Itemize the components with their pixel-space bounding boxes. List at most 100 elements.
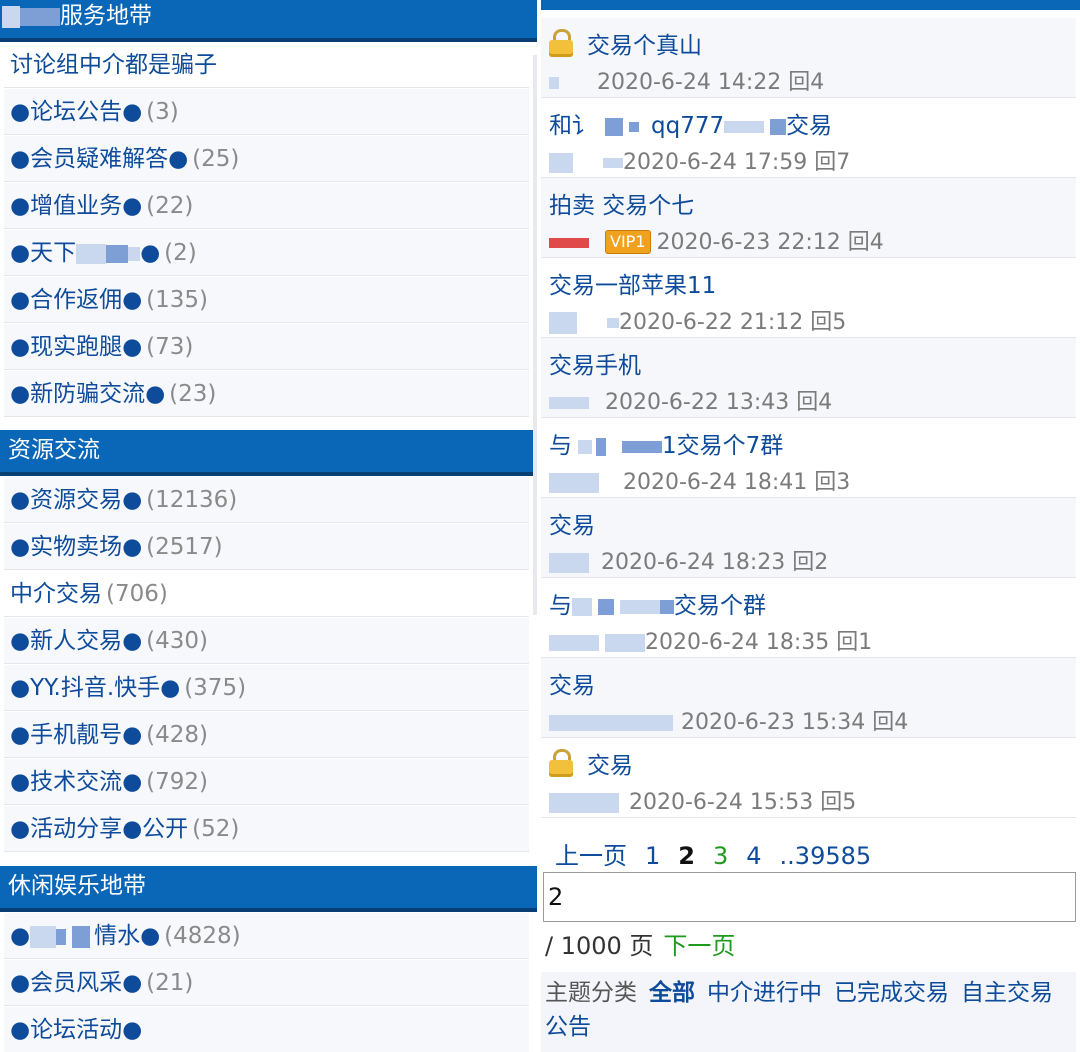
obscured-text [620, 599, 660, 614]
forum-item[interactable]: ●会员风采● (21) [4, 960, 529, 1006]
forum-label: ●会员疑难解答● [10, 146, 189, 172]
category-announcement[interactable]: 公告 [545, 1014, 591, 1040]
thread-title-text: qq777 [651, 113, 725, 139]
thread-title-text: 交易一部苹果11 [549, 273, 717, 299]
thread-title-text: 交易 [549, 513, 595, 539]
forum-item[interactable]: ●资源交易● (12136) [4, 477, 529, 523]
thread-meta-text: 2020-6-24 17:59 回7 [623, 150, 851, 175]
forum-item[interactable]: ●新防骗交流● (23) [4, 371, 529, 417]
forum-item[interactable]: ●论坛公告● (3) [4, 89, 529, 135]
obscured-author [549, 312, 577, 334]
forum-count: (706) [106, 581, 168, 607]
obscured-text [76, 243, 107, 264]
thread-row[interactable]: 和讠 qq777 交易 2020-6-24 17:59 回7 [541, 98, 1076, 178]
section-header-resources[interactable]: 资源交流 [0, 430, 537, 476]
forum-label: ●论坛活动● [10, 1017, 143, 1043]
thread-row[interactable]: 交易个真山 2020-6-24 14:22 回4 [541, 18, 1076, 98]
obscured-author [549, 635, 599, 651]
thread-title[interactable]: 交易个真山 [549, 26, 702, 60]
pagination: 上一页 1 2 3 4 ..39585 [555, 836, 889, 871]
category-all[interactable]: 全部 [649, 980, 695, 1006]
thread-row[interactable]: 拍卖 交易个七 VIP1 2020-6-23 22:12 回4 [541, 178, 1076, 258]
thread-meta: 2020-6-22 21:12 回5 [549, 304, 846, 336]
forum-item[interactable]: ●实物卖场● (2517) [4, 524, 529, 570]
thread-row[interactable]: 交易 2020-6-24 18:23 回2 [541, 498, 1076, 578]
section-header-service[interactable]: 服务地带 [0, 0, 537, 42]
forum-item[interactable]: 中介交易 (706) [4, 571, 529, 617]
next-page-link[interactable]: 下一页 [663, 932, 735, 960]
forum-label: ●天下 [10, 240, 77, 266]
thread-title[interactable]: 拍卖 交易个七 [549, 186, 694, 220]
thread-list-panel: 交易个真山 2020-6-24 14:22 回4 和讠 qq777 交易 2020-… [541, 0, 1080, 1052]
page-number-input[interactable] [543, 872, 1076, 922]
page-link-3[interactable]: 3 [713, 842, 728, 870]
forum-item[interactable]: ●会员疑难解答● (25) [4, 136, 529, 182]
category-in-progress[interactable]: 中介进行中 [707, 980, 822, 1006]
forum-count: (2) [164, 240, 197, 266]
category-self-trade[interactable]: 自主交易 [961, 980, 1053, 1006]
thread-title[interactable]: 与 交易个群 [549, 586, 766, 620]
forum-item[interactable]: ●手机靓号● (428) [4, 712, 529, 758]
forum-label: ●技术交流● [10, 769, 143, 795]
thread-meta: 2020-6-24 17:59 回7 [549, 144, 850, 176]
thread-title[interactable]: 与 1交易个7群 [549, 426, 783, 460]
obscured-author [549, 793, 619, 813]
forum-item[interactable]: 讨论组中介都是骗子 [4, 42, 529, 88]
last-page-link[interactable]: ..39585 [780, 842, 872, 870]
thread-row[interactable]: 交易 2020-6-24 15:53 回5 [541, 738, 1076, 818]
forum-count: (12136) [146, 487, 238, 513]
thread-title[interactable]: 交易 [549, 746, 633, 780]
forum-item[interactable]: ●技术交流● (792) [4, 759, 529, 805]
thread-title[interactable]: 交易 [549, 666, 595, 700]
forum-item[interactable]: ●现实跑腿● (73) [4, 324, 529, 370]
thread-meta-text: 2020-6-24 15:53 回5 [629, 790, 857, 815]
forum-item[interactable]: ●增值业务● (22) [4, 183, 529, 229]
thread-meta: 2020-6-24 18:35 回1 [549, 624, 872, 656]
thread-title-text: 交易个群 [674, 593, 766, 619]
thread-meta-text: 2020-6-24 18:23 回2 [601, 550, 829, 575]
thread-title[interactable]: 交易手机 [549, 346, 641, 380]
forum-label: 中介交易 [10, 581, 102, 607]
forum-count: (430) [146, 628, 208, 654]
forum-label: ●现实跑腿● [10, 334, 143, 360]
thread-row[interactable]: 与 1交易个7群 2020-6-24 18:41 回3 [541, 418, 1076, 498]
section-header-leisure[interactable]: 休闲娱乐地带 [0, 866, 537, 912]
thread-title[interactable]: 交易一部苹果11 [549, 266, 716, 300]
obscured-text [20, 7, 60, 26]
obscured-text [596, 437, 606, 456]
obscured-author [549, 553, 589, 573]
forum-count: (428) [146, 722, 208, 748]
forum-item[interactable]: ●天下 ● (2) [4, 230, 529, 276]
forum-item[interactable]: ●论坛活动● [4, 1007, 529, 1052]
page-link-1[interactable]: 1 [645, 842, 660, 870]
forum-label: ●手机靓号● [10, 722, 143, 748]
thread-title-text: 1交易个7群 [662, 433, 784, 459]
thread-title[interactable]: 交易 [549, 506, 595, 540]
category-completed[interactable]: 已完成交易 [834, 980, 949, 1006]
forum-item[interactable]: ●新人交易● (430) [4, 618, 529, 664]
page-link-4[interactable]: 4 [746, 842, 761, 870]
forum-item[interactable]: ●活动分享●公开 (52) [4, 806, 529, 852]
thread-row[interactable]: 交易一部苹果11 2020-6-22 21:12 回5 [541, 258, 1076, 338]
thread-row[interactable]: 与 交易个群 2020-6-24 18:35 回1 [541, 578, 1076, 658]
thread-meta: VIP1 2020-6-23 22:12 回4 [549, 224, 884, 256]
prev-page-link[interactable]: 上一页 [555, 842, 627, 870]
thread-meta: 2020-6-24 15:53 回5 [549, 784, 856, 816]
obscured-text [128, 246, 141, 261]
thread-row[interactable]: 交易手机 2020-6-22 13:43 回4 [541, 338, 1076, 418]
thread-row[interactable]: 交易 2020-6-23 15:34 回4 [541, 658, 1076, 738]
thread-meta: 2020-6-24 18:23 回2 [549, 544, 828, 576]
thread-meta-text: 2020-6-23 22:12 回4 [656, 230, 884, 255]
forum-count: (25) [192, 146, 240, 172]
thread-title[interactable]: 和讠 qq777 交易 [549, 106, 832, 140]
obscured-text [622, 440, 662, 453]
scrollbar[interactable] [533, 55, 537, 615]
forum-item[interactable]: ●YY.抖音.快手● (375) [4, 665, 529, 711]
forum-count: (23) [169, 381, 217, 407]
obscured-author [549, 238, 589, 248]
forum-label: ●实物卖场● [10, 534, 143, 560]
forum-item[interactable]: ●合作返佣● (135) [4, 277, 529, 323]
thread-title-text: 与 [549, 593, 572, 619]
obscured-text [106, 244, 129, 263]
forum-item[interactable]: ● 情水● (4828) [4, 913, 529, 959]
